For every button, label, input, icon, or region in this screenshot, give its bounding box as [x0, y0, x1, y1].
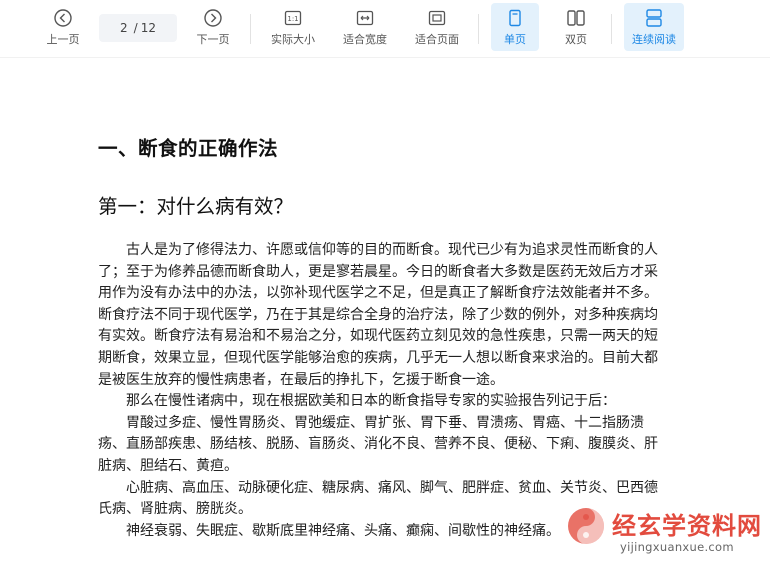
- toolbar-divider: [250, 14, 251, 44]
- site-watermark: 经玄学资料网 yijingxuanxue.com: [560, 500, 770, 574]
- section-subheading: 第一：对什么病有效？: [98, 195, 294, 218]
- section-heading: 一、断食的正确作法: [98, 137, 279, 160]
- toolbar-divider: [478, 14, 479, 44]
- fit-width-icon: [356, 10, 374, 26]
- continuous-reading-button[interactable]: 连续阅读: [624, 3, 684, 51]
- continuous-reading-label: 连续阅读: [632, 33, 676, 46]
- single-page-button[interactable]: 单页: [491, 3, 539, 51]
- single-page-label: 单页: [504, 33, 526, 46]
- prev-page-button[interactable]: 上一页: [40, 3, 86, 51]
- viewer-toolbar: 上一页 2 / 12 下一页 1:1 实际大小 适合宽度 适合页面 单页 双页 …: [0, 0, 770, 58]
- document-page: 一、断食的正确作法 第一：对什么病有效？ 古人是为了修得法力、许愿或信仰等的目的…: [0, 58, 770, 574]
- body-paragraph: 古人是为了修得法力、许愿或信仰等的目的而断食。现代已少有为追求灵性而断食的人了；…: [98, 242, 658, 388]
- actual-size-button[interactable]: 1:1 实际大小: [264, 3, 322, 51]
- double-page-button[interactable]: 双页: [552, 3, 600, 51]
- continuous-reading-icon: [646, 9, 662, 27]
- watermark-url: yijingxuanxue.com: [620, 540, 734, 554]
- page-number-input[interactable]: 2 / 12: [99, 14, 177, 42]
- watermark-brand: 经玄学资料网: [612, 512, 762, 540]
- document-body: 古人是为了修得法力、许愿或信仰等的目的而断食。现代已少有为追求灵性而断食的人了；…: [98, 240, 658, 542]
- prev-page-label: 上一页: [46, 33, 80, 46]
- double-page-label: 双页: [565, 33, 587, 46]
- chevron-right-circle-icon: [204, 9, 222, 27]
- page-separator: /: [133, 21, 138, 35]
- fit-page-icon: [428, 10, 446, 26]
- actual-size-icon: 1:1: [284, 10, 302, 26]
- body-paragraph: 那么在慢性诸病中，现在根据欧美和日本的断食指导专家的实验报告列记于后：: [126, 393, 616, 410]
- fit-width-button[interactable]: 适合宽度: [336, 3, 394, 51]
- current-page: 2: [120, 21, 128, 35]
- fit-page-button[interactable]: 适合页面: [408, 3, 466, 51]
- next-page-label: 下一页: [196, 33, 230, 46]
- fit-width-label: 适合宽度: [343, 33, 387, 46]
- toolbar-divider: [611, 14, 612, 44]
- actual-size-label: 实际大小: [271, 33, 315, 46]
- double-page-icon: [567, 10, 585, 26]
- next-page-button[interactable]: 下一页: [190, 3, 236, 51]
- chevron-left-circle-icon: [54, 9, 72, 27]
- fit-page-label: 适合页面: [415, 33, 459, 46]
- total-pages: 12: [140, 21, 156, 35]
- single-page-icon: [509, 9, 521, 27]
- svg-text:1:1: 1:1: [287, 15, 298, 23]
- body-paragraph: 胃酸过多症、慢性胃肠炎、胃弛缓症、胃扩张、胃下垂、胃溃疡、胃癌、十二指肠溃疡、直…: [98, 414, 658, 474]
- taiji-logo-icon: [568, 508, 604, 544]
